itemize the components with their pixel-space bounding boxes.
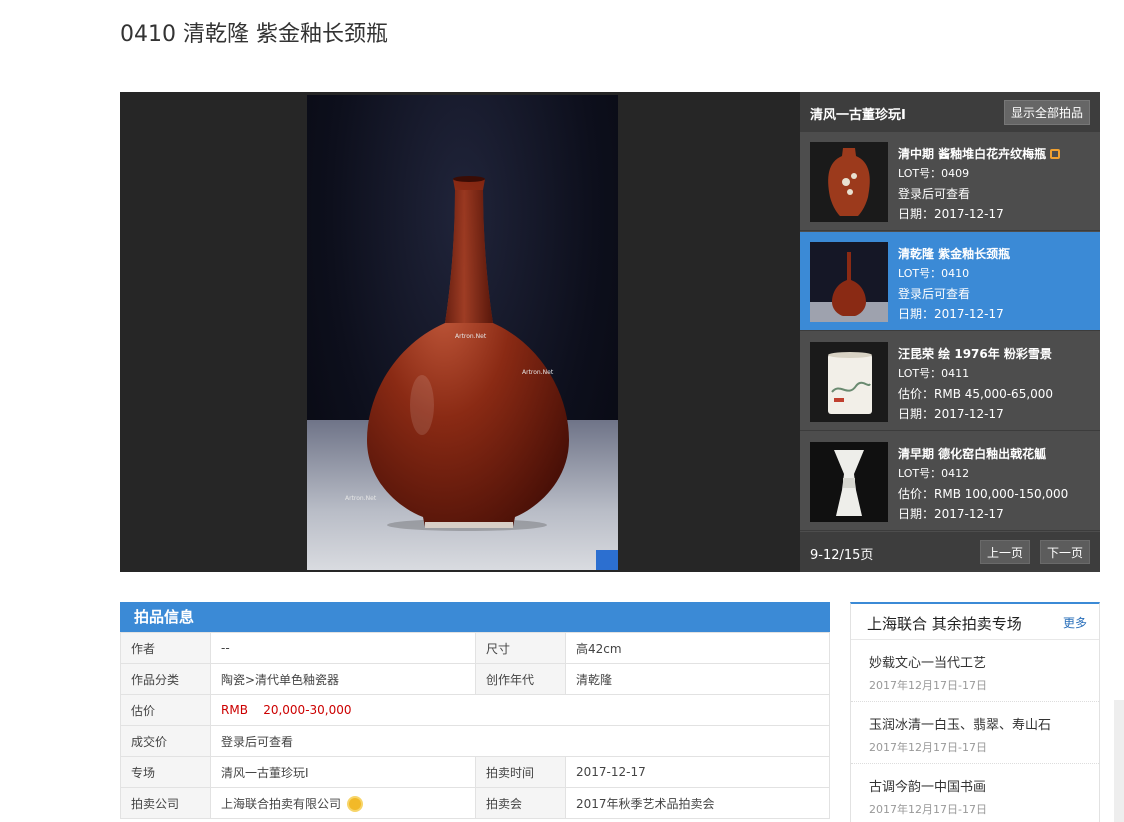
lot-date: 日期：2017-12-17 xyxy=(898,507,1004,521)
list-item[interactable]: 妙载文心一当代工艺 2017年12月17日-17日 xyxy=(851,640,1099,702)
gu-vase-thumbnail-icon xyxy=(810,442,888,522)
table-row: 作品分类 陶瓷>清代单色釉瓷器 创作年代 清乾隆 xyxy=(120,663,830,695)
lot-number: LOT号：0411 xyxy=(898,367,970,380)
sidepanel-header: 清风一古董珍玩I 显示全部拍品 xyxy=(800,92,1100,132)
table-row: 估价 RMB 20,000-30,000 xyxy=(120,694,830,726)
lot-price: 估价：RMB 100,000-150,000 xyxy=(898,487,1069,501)
lot-name: 清早期 德化窑白釉出戟花觚 xyxy=(898,447,1047,461)
scrollbar[interactable] xyxy=(1114,700,1124,822)
estimate-currency: RMB xyxy=(221,703,248,717)
other-sessions-title: 上海联合 其余拍卖专场 xyxy=(867,615,1022,633)
lot-number: LOT号：0412 xyxy=(898,467,970,480)
deal-price-label: 成交价 xyxy=(120,725,211,757)
session-name[interactable]: 妙载文心一当代工艺 xyxy=(869,652,1099,671)
company-value[interactable]: 上海联合拍卖有限公司 xyxy=(221,797,341,811)
author-value: -- xyxy=(210,632,476,664)
image-viewer: Artron.Net Artron.Net Artron.Net 清风一古董珍玩… xyxy=(120,92,1100,572)
lot-date: 日期：2017-12-17 xyxy=(898,307,1004,321)
company-cell: 上海联合拍卖有限公司 xyxy=(210,787,476,819)
lot-item[interactable]: 清早期 德化窑白釉出戟花觚 LOT号：0412 估价：RMB 100,000-1… xyxy=(800,432,1100,531)
session-date: 2017年12月17日-17日 xyxy=(869,679,987,692)
author-label: 作者 xyxy=(120,632,211,664)
table-row: 成交价 登录后可查看 xyxy=(120,725,830,757)
auction-time-value: 2017-12-17 xyxy=(565,756,830,788)
lot-price: 登录后可查看 xyxy=(898,187,971,201)
brushpot-thumbnail-icon xyxy=(810,342,888,422)
lot-sidepanel: 清风一古董珍玩I 显示全部拍品 清中期 酱釉堆白花卉纹梅瓶 LOT号：0409 … xyxy=(800,92,1100,572)
session-date: 2017年12月17日-17日 xyxy=(869,741,987,754)
lot-info-table: 作者 -- 尺寸 高42cm 作品分类 陶瓷>清代单色釉瓷器 创作年代 清乾隆 … xyxy=(120,632,830,819)
lot-price: 估价：RMB 45,000-65,000 xyxy=(898,387,1054,401)
category-label: 作品分类 xyxy=(120,663,211,695)
prev-page-button[interactable]: 上一页 xyxy=(980,540,1030,564)
session-title: 清风一古董珍玩I xyxy=(810,108,906,123)
session-name[interactable]: 古调今韵一中国书画 xyxy=(869,776,1099,795)
lot-item-active[interactable]: 清乾隆 紫金釉长颈瓶 LOT号：0410 登录后可查看 日期：2017-12-1… xyxy=(800,232,1100,331)
other-sessions-panel: 上海联合 其余拍卖专场 更多 妙载文心一当代工艺 2017年12月17日-17日… xyxy=(850,602,1100,822)
vase-thumbnail-icon xyxy=(810,242,888,322)
table-row: 作者 -- 尺寸 高42cm xyxy=(120,632,830,664)
company-label: 拍卖公司 xyxy=(120,787,211,819)
category-value[interactable]: 陶瓷>清代单色釉瓷器 xyxy=(210,663,476,695)
lot-item[interactable]: 汪昆荣 绘 1976年 粉彩雪景 LOT号：0411 估价：RMB 45,000… xyxy=(800,332,1100,431)
lot-thumbnail[interactable] xyxy=(810,242,888,322)
lot-thumbnail[interactable] xyxy=(810,442,888,522)
main-lot-image[interactable]: Artron.Net Artron.Net Artron.Net xyxy=(307,95,618,570)
sidepanel-footer: 9-12/15页 上一页 下一页 xyxy=(800,532,1100,572)
list-item[interactable]: 玉润冰清一白玉、翡翠、寿山石 2017年12月17日-17日 xyxy=(851,702,1099,764)
lot-date: 日期：2017-12-17 xyxy=(898,207,1004,221)
list-item[interactable]: 古调今韵一中国书画 2017年12月17日-17日 xyxy=(851,764,1099,822)
lot-info-panel: 拍品信息 作者 -- 尺寸 高42cm 作品分类 陶瓷>清代单色釉瓷器 创作年代… xyxy=(120,602,830,819)
table-row: 专场 清风一古董珍玩I 拍卖时间 2017-12-17 xyxy=(120,756,830,788)
size-value: 高42cm xyxy=(565,632,830,664)
lot-name: 汪昆荣 绘 1976年 粉彩雪景 xyxy=(898,347,1052,361)
estimate-amount: 20,000-30,000 xyxy=(263,703,352,717)
medal-icon xyxy=(349,797,362,810)
auction-time-label: 拍卖时间 xyxy=(475,756,566,788)
other-sessions-header: 上海联合 其余拍卖专场 更多 xyxy=(851,604,1099,640)
session-label: 专场 xyxy=(120,756,211,788)
lot-info-heading: 拍品信息 xyxy=(120,602,830,632)
estimate-label: 估价 xyxy=(120,694,211,726)
table-row: 拍卖公司 上海联合拍卖有限公司 拍卖会 2017年秋季艺术品拍卖会 xyxy=(120,787,830,819)
lot-number: LOT号：0410 xyxy=(898,267,970,280)
era-value: 清乾隆 xyxy=(565,663,830,695)
lot-item[interactable]: 清中期 酱釉堆白花卉纹梅瓶 LOT号：0409 登录后可查看 日期：2017-1… xyxy=(800,132,1100,231)
watermark-text: Artron.Net xyxy=(522,369,554,376)
next-page-button[interactable]: 下一页 xyxy=(1040,540,1090,564)
era-label: 创作年代 xyxy=(475,663,566,695)
size-label: 尺寸 xyxy=(475,632,566,664)
watermark-text: Artron.Net xyxy=(455,333,487,340)
page-info: 9-12/15页 xyxy=(810,548,874,563)
seal-stamp xyxy=(596,550,618,570)
lot-date: 日期：2017-12-17 xyxy=(898,407,1004,421)
watermark-text: Artron.Net xyxy=(345,495,377,502)
lot-thumbnail[interactable] xyxy=(810,142,888,222)
lot-name: 清中期 酱釉堆白花卉纹梅瓶 xyxy=(898,147,1047,161)
deal-price-value[interactable]: 登录后可查看 xyxy=(210,725,830,757)
vase-thumbnail-icon xyxy=(810,142,888,222)
lot-name: 清乾隆 紫金釉长颈瓶 xyxy=(898,247,1011,261)
show-all-lots-button[interactable]: 显示全部拍品 xyxy=(1003,100,1090,125)
session-value[interactable]: 清风一古董珍玩I xyxy=(210,756,476,788)
lot-number: LOT号：0409 xyxy=(898,167,970,180)
more-link[interactable]: 更多 xyxy=(1063,614,1087,631)
estimate-value: RMB 20,000-30,000 xyxy=(210,694,830,726)
session-date: 2017年12月17日-17日 xyxy=(869,803,987,816)
auction-label: 拍卖会 xyxy=(475,787,566,819)
session-name[interactable]: 玉润冰清一白玉、翡翠、寿山石 xyxy=(869,714,1099,733)
lot-price: 登录后可查看 xyxy=(898,287,971,301)
lot-thumbnail[interactable] xyxy=(810,342,888,422)
rss-icon[interactable] xyxy=(1050,149,1061,159)
page-title: 0410 清乾隆 紫金釉长颈瓶 xyxy=(120,22,388,47)
auction-value[interactable]: 2017年秋季艺术品拍卖会 xyxy=(565,787,830,819)
